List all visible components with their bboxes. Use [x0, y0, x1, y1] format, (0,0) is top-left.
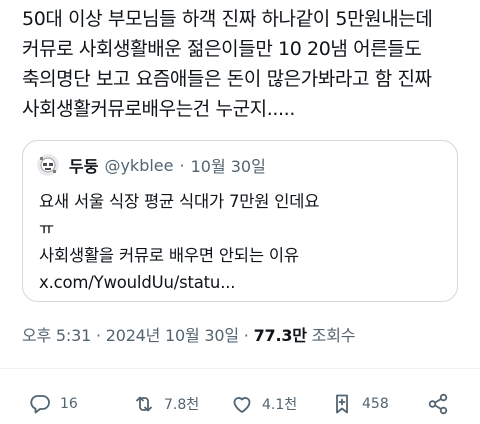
quoted-line: 사회생활을 커뮤로 배우면 안되는 이유	[39, 246, 299, 265]
quoted-author-handle[interactable]: @ykblee	[104, 156, 173, 175]
quoted-tweet-header: 두둥 @ykblee · 10월 30일	[37, 153, 266, 177]
avatar[interactable]	[37, 154, 59, 176]
tweet-metadata: 오후 5:31 · 2024년 10월 30일 · 77.3만 조회수	[22, 322, 355, 346]
view-count: 77.3만	[253, 326, 307, 345]
quoted-line: 요새 서울 식장 평균 식대가 7만원 인데요	[39, 192, 320, 211]
tweet-line: 50대 이상 부모님들 하객 진짜 하나같이 5만원내는데	[22, 8, 433, 30]
like-button[interactable]: 4.1천	[230, 386, 297, 422]
tweet-date[interactable]: 2024년 10월 30일	[106, 326, 239, 345]
like-count: 4.1천	[262, 397, 298, 413]
retweet-icon	[136, 396, 152, 412]
tweet-line: 사회생활커뮤로배우는건 누군지.....	[22, 98, 295, 120]
reply-icon	[30, 395, 50, 414]
share-button[interactable]	[426, 386, 450, 422]
tweet-line: 커뮤로 사회생활배운 젊은이들만 10 20냄 어른들도	[22, 38, 422, 60]
tweet-time[interactable]: 오후 5:31	[22, 326, 91, 345]
reply-count: 16	[60, 396, 78, 412]
quoted-author-name[interactable]: 두둥	[69, 153, 98, 177]
separator-dot: ·	[95, 326, 101, 345]
retweet-button[interactable]: 7.8천	[132, 386, 199, 422]
quoted-tweet-text: 요새 서울 식장 평균 식대가 7만원 인데요 ㅠ 사회생활을 커뮤로 배우면 …	[39, 188, 449, 296]
separator-dot: ·	[179, 155, 185, 175]
separator-dot: ·	[243, 326, 249, 345]
tweet-line: 축의명단 보고 요즘애들은 돈이 많은가봐라고 함 진짜	[22, 68, 432, 90]
quoted-link[interactable]: x.com/YwouldUu/statu...	[39, 269, 449, 296]
quoted-tweet-date[interactable]: 10월 30일	[191, 153, 266, 177]
bookmark-count: 458	[362, 396, 389, 412]
share-icon	[428, 393, 448, 415]
action-bar: 16 7.8천 4.1천 458	[0, 386, 480, 422]
bookmark-button[interactable]: 458	[330, 386, 389, 422]
heart-icon	[233, 397, 251, 413]
bookmark-icon	[336, 394, 348, 414]
quoted-tweet-card[interactable]: 두둥 @ykblee · 10월 30일 요새 서울 식장 평균 식대가 7만원…	[22, 140, 458, 302]
tweet-text: 50대 이상 부모님들 하객 진짜 하나같이 5만원내는데 커뮤로 사회생활배운…	[22, 4, 468, 124]
retweet-count: 7.8천	[164, 397, 200, 413]
divider	[0, 368, 480, 369]
quoted-line: ㅠ	[39, 219, 54, 238]
view-count-label: 조회수	[311, 326, 356, 345]
reply-button[interactable]: 16	[28, 386, 78, 422]
